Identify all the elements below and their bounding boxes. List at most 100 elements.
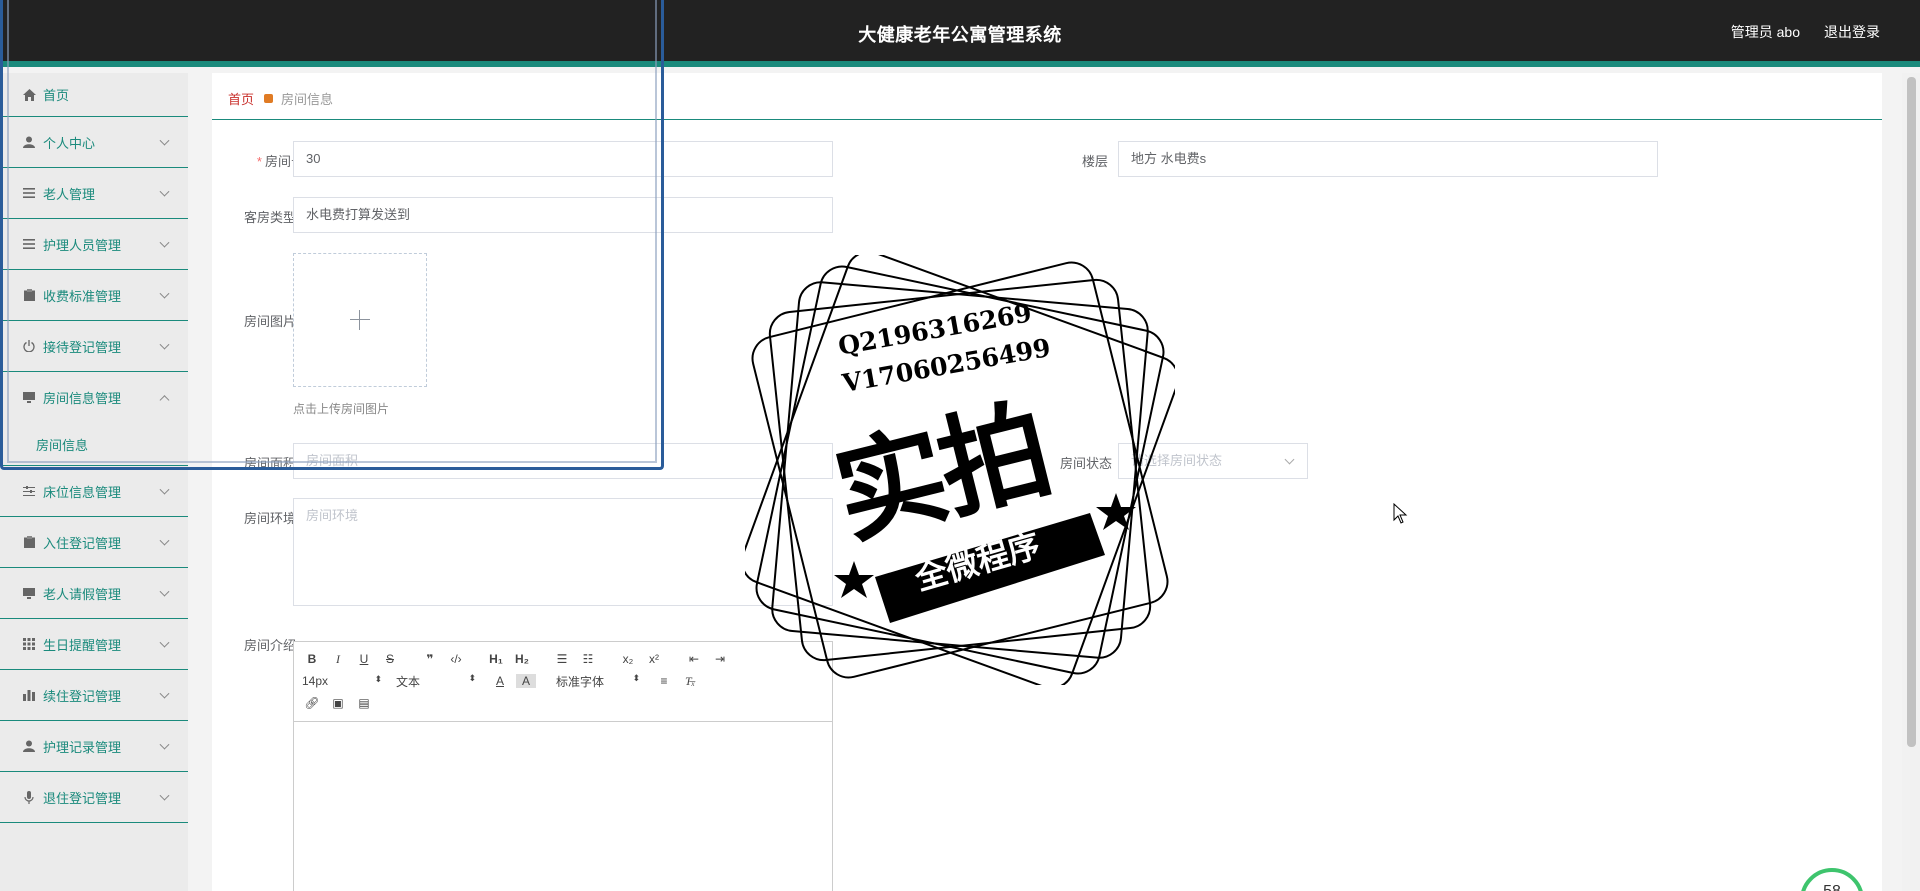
sidebar-item-label: 入住登记管理 <box>43 535 122 551</box>
chevron-down-icon <box>1284 454 1295 465</box>
chevron-down-icon <box>159 586 170 597</box>
sidebar-item-label: 生日提醒管理 <box>43 637 122 653</box>
logout-link[interactable]: 退出登录 <box>1824 22 1880 42</box>
background-color-icon[interactable]: A <box>516 674 536 688</box>
clipboard-icon <box>22 535 36 549</box>
sidebar-subitem-room-info[interactable]: 房间信息 <box>0 423 188 466</box>
sidebar-item-birthday[interactable]: 生日提醒管理 <box>0 619 188 670</box>
bold-icon[interactable]: B <box>302 652 322 666</box>
block-format-value: 文本 <box>396 674 421 689</box>
font-color-icon[interactable]: A <box>490 674 510 688</box>
sidebar-item-reception[interactable]: 接待登记管理 <box>0 321 188 372</box>
breadcrumb-home[interactable]: 首页 <box>228 89 254 108</box>
room-type-label: 客房类型 <box>243 210 296 225</box>
sidebar-item-label: 护理记录管理 <box>43 739 122 755</box>
sidebar-item-renewal[interactable]: 续住登记管理 <box>0 670 188 721</box>
code-block-icon[interactable]: ‹/› <box>446 652 466 666</box>
sidebar-item-label: 老人管理 <box>43 186 96 202</box>
watermark-stamp: Q2196316269 V17060256499 实拍 全微程序 <box>740 250 1180 690</box>
person-icon <box>22 739 36 753</box>
current-user: 管理员 abo <box>1730 24 1800 40</box>
app-title: 大健康老年公寓管理系统 <box>858 25 1062 45</box>
sidebar: 首页 个人中心 老人管理 护理人员管理 收费标准管理 接待登记管理 房间信息管理… <box>0 73 188 891</box>
outdent-icon[interactable]: ⇤ <box>684 652 704 666</box>
room-number-input[interactable]: 30 <box>293 141 833 177</box>
mouse-cursor-icon <box>1393 503 1408 524</box>
block-format-select[interactable]: 文本 ⬍ <box>396 673 476 690</box>
strikethrough-icon[interactable]: S <box>380 652 400 666</box>
underline-icon[interactable]: U <box>354 652 374 666</box>
sidebar-item-checkout[interactable]: 退住登记管理 <box>0 772 188 823</box>
sidebar-item-label: 接待登记管理 <box>43 339 122 355</box>
chevron-down-icon <box>159 237 170 248</box>
sidebar-item-nurses[interactable]: 护理人员管理 <box>0 219 188 270</box>
list-icon <box>22 186 36 200</box>
floor-label: 楼层 <box>1081 154 1108 169</box>
subscript-icon[interactable]: x₂ <box>618 652 638 666</box>
chevron-down-icon <box>159 688 170 699</box>
home-icon <box>22 88 36 102</box>
mic-icon <box>22 790 36 804</box>
indent-icon[interactable]: ⇥ <box>710 652 730 666</box>
select-arrows-icon: ⬍ <box>468 672 476 683</box>
heading2-icon[interactable]: H₂ <box>512 652 532 666</box>
link-icon[interactable]: 🔗︎ <box>302 696 322 710</box>
chevron-up-icon <box>159 394 170 405</box>
sidebar-item-fees[interactable]: 收费标准管理 <box>0 270 188 321</box>
blockquote-icon[interactable]: ❞ <box>420 652 440 666</box>
breadcrumb-separator-icon <box>264 94 274 103</box>
image-icon[interactable]: ▣ <box>328 696 348 710</box>
superscript-icon[interactable]: x² <box>644 652 664 666</box>
chevron-down-icon <box>159 637 170 648</box>
font-size-select[interactable]: 14px ⬍ <box>302 674 382 688</box>
room-area-label: 房间面积 <box>243 456 296 471</box>
ordered-list-icon[interactable]: ☰ <box>552 652 572 666</box>
sidebar-item-leave[interactable]: 老人请假管理 <box>0 568 188 619</box>
room-env-label: 房间环境 <box>243 511 296 526</box>
video-icon[interactable]: ▤ <box>354 696 374 710</box>
list-icon <box>22 237 36 251</box>
power-icon <box>22 339 36 353</box>
chevron-down-icon <box>159 739 170 750</box>
sidebar-item-label: 收费标准管理 <box>43 288 122 304</box>
font-size-value: 14px <box>302 674 329 688</box>
sidebar-item-personal-center[interactable]: 个人中心 <box>0 117 188 168</box>
vertical-scrollbar[interactable] <box>1902 73 1920 891</box>
sidebar-item-label: 个人中心 <box>43 135 96 151</box>
select-arrows-icon: ⬍ <box>632 672 640 683</box>
room-type-input[interactable]: 水电费打算发送到 <box>293 197 833 233</box>
sidebar-item-label: 护理人员管理 <box>43 237 122 253</box>
sidebar-item-beds[interactable]: 床位信息管理 <box>0 466 188 517</box>
font-family-value: 标准字体 <box>556 674 605 689</box>
italic-icon[interactable]: I <box>328 652 348 667</box>
sidebar-item-rooms[interactable]: 房间信息管理 <box>0 372 188 423</box>
chevron-down-icon <box>159 339 170 350</box>
align-icon[interactable]: ≡ <box>654 674 674 688</box>
sidebar-item-home[interactable]: 首页 <box>0 73 188 117</box>
clear-format-icon[interactable]: T̶ₓ <box>680 674 700 689</box>
breadcrumb-divider <box>212 119 1882 120</box>
plus-icon <box>350 310 370 330</box>
bar-chart-icon <box>22 688 36 702</box>
clipboard-icon <box>22 288 36 302</box>
heading1-icon[interactable]: H₁ <box>486 652 506 666</box>
sidebar-item-care-records[interactable]: 护理记录管理 <box>0 721 188 772</box>
sidebar-item-elderly[interactable]: 老人管理 <box>0 168 188 219</box>
font-family-select[interactable]: 标准字体 ⬍ <box>556 673 640 690</box>
floor-input[interactable]: 地方 水电费s <box>1118 141 1658 177</box>
image-upload-box[interactable] <box>293 253 427 387</box>
sidebar-item-checkin[interactable]: 入住登记管理 <box>0 517 188 568</box>
room-intro-label: 房间介绍 <box>243 638 296 653</box>
chevron-down-icon <box>159 535 170 546</box>
select-arrows-icon: ⬍ <box>374 674 382 684</box>
room-image-label: 房间图片 <box>243 314 296 329</box>
bullet-list-icon[interactable]: ☷ <box>578 652 598 666</box>
sidebar-item-label: 老人请假管理 <box>43 586 122 602</box>
sidebar-item-label: 房间信息管理 <box>43 391 122 406</box>
breadcrumb-current: 房间信息 <box>281 92 334 107</box>
scrollbar-thumb[interactable] <box>1907 77 1916 747</box>
breadcrumb: 首页 房间信息 <box>228 89 333 108</box>
person-icon <box>22 135 36 149</box>
sidebar-item-label: 首页 <box>43 88 70 103</box>
grid-icon <box>22 637 36 651</box>
